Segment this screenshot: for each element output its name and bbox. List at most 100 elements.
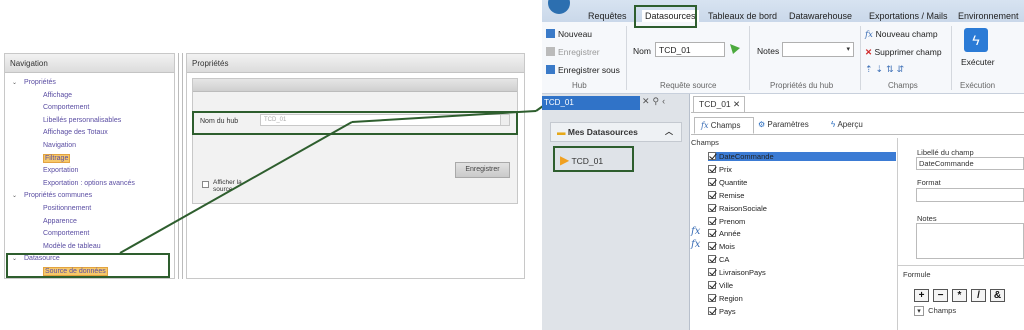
field-checkbox[interactable] — [708, 177, 716, 186]
field-checkbox[interactable] — [708, 268, 716, 277]
multiply-button[interactable]: * — [952, 289, 967, 302]
field-checkbox[interactable] — [708, 152, 716, 160]
chevron-down-icon: ▾ — [846, 46, 850, 53]
field-checkbox[interactable] — [708, 242, 716, 251]
field-row[interactable]: LivraisonPays — [708, 268, 766, 277]
field-checkbox[interactable] — [708, 229, 716, 238]
enregistrer-label: Enregistrer — [558, 47, 600, 57]
field-checkbox[interactable] — [708, 203, 716, 212]
field-row[interactable]: CA — [708, 255, 729, 264]
sort-buttons[interactable]: ⇡⇣⇅⇵ — [865, 64, 907, 75]
mes-datasources-label: Mes Datasources — [567, 127, 638, 137]
field-label: Ville — [719, 281, 734, 290]
doc-tab-label: TCD_01 — [699, 99, 731, 109]
field-checkbox[interactable] — [708, 255, 716, 264]
menu-environnement[interactable]: Environnement — [958, 11, 1019, 21]
new-doc-icon — [546, 29, 555, 38]
field-label: Quantite — [719, 177, 748, 187]
executer-button[interactable]: Exécuter — [961, 57, 995, 67]
menu-datawarehouse[interactable]: Datawarehouse — [789, 11, 852, 21]
subtab-divider — [691, 134, 1024, 135]
datasource-sidebar: TCD_01 ✕⚲‹ ▬ Mes Datasources ︿ ▶ TCD_01 — [542, 94, 690, 330]
nouveau-button[interactable]: Nouveau — [546, 29, 592, 39]
enregistrer-button[interactable]: Enregistrer — [546, 47, 600, 57]
field-checkbox[interactable] — [708, 190, 716, 199]
chevron-down-icon: ▾ — [914, 306, 924, 316]
champs-dropdown[interactable]: ▾ Champs — [914, 306, 956, 316]
menu-exportations[interactable]: Exportations / Mails — [869, 11, 948, 21]
libelle-input[interactable]: DateCommande — [916, 157, 1024, 170]
fx-icon: fx — [691, 226, 701, 238]
proprietes-hub-group-label: Propriétés du hub — [770, 81, 834, 90]
lightning-icon: ϟ — [831, 120, 836, 129]
field-row[interactable]: Ville — [708, 281, 733, 290]
minus-button[interactable]: − — [933, 289, 948, 302]
operator-buttons: + − * / & — [914, 285, 1009, 303]
hub-group-label: Hub — [572, 81, 587, 90]
tab-parametres[interactable]: ⚙ Paramètres — [758, 120, 809, 129]
field-row[interactable]: DateCommande — [708, 152, 896, 161]
doc-tab[interactable]: TCD_01 ✕ — [693, 96, 745, 112]
gear-icon: ⚙ — [758, 120, 766, 129]
tab-champs[interactable]: fx Champs — [694, 117, 754, 134]
field-checkbox[interactable] — [708, 164, 716, 173]
ribbon-separator — [951, 26, 952, 90]
champs-title: Champs — [691, 138, 719, 147]
notes-textarea[interactable] — [916, 223, 1024, 259]
ribbon-separator — [626, 26, 627, 90]
format-input[interactable] — [916, 188, 1024, 202]
field-row[interactable]: Region — [708, 293, 743, 303]
field-label: Mois — [719, 242, 735, 252]
supprimer-champ-button[interactable]: ✕ Supprimer champ — [865, 47, 942, 58]
menu-tableaux-de-bord[interactable]: Tableaux de bord — [708, 11, 777, 21]
field-checkbox[interactable] — [708, 281, 716, 289]
field-checkbox[interactable] — [708, 216, 716, 225]
field-label: Année — [719, 229, 741, 239]
field-row[interactable]: Pays — [708, 306, 736, 316]
divide-button[interactable]: / — [971, 289, 986, 302]
enregistrer-sous-button[interactable]: Enregistrer sous — [546, 65, 620, 75]
field-checkbox[interactable] — [708, 293, 716, 302]
nouveau-label: Nouveau — [558, 29, 593, 39]
libelle-label: Libellé du champ — [917, 148, 974, 157]
field-row[interactable]: Prenom — [708, 216, 745, 226]
sidebar-toolbar-icons[interactable]: ✕⚲‹ — [642, 96, 668, 107]
field-row[interactable]: Mois — [708, 242, 735, 251]
tab-parametres-label: Paramètres — [767, 120, 809, 129]
field-row[interactable]: Remise — [708, 190, 745, 200]
tab-apercu-label: Aperçu — [837, 120, 863, 129]
flag-icon[interactable] — [730, 44, 740, 54]
field-row[interactable]: Quantite — [708, 177, 748, 187]
nom-label: Nom — [633, 46, 651, 56]
ribbon-separator — [749, 26, 750, 90]
plus-button[interactable]: + — [914, 289, 929, 302]
champs-group-label: Champs — [888, 81, 918, 90]
nouveau-champ-button[interactable]: fx Nouveau champ — [865, 29, 938, 40]
field-row[interactable]: Année — [708, 229, 741, 238]
field-label: CA — [719, 255, 730, 265]
field-label: Prix — [719, 164, 732, 174]
mes-datasources-section[interactable]: ▬ Mes Datasources ︿ — [550, 122, 682, 142]
connector-line — [119, 121, 353, 254]
execution-group-label: Exécution — [960, 81, 996, 90]
fx-icon: fx — [865, 30, 876, 40]
menu-requetes[interactable]: Requêtes — [588, 11, 627, 21]
close-icon[interactable]: ✕ — [733, 99, 740, 109]
tab-apercu[interactable]: ϟ Aperçu — [831, 120, 863, 129]
field-row[interactable]: Prix — [708, 164, 732, 174]
field-label: Remise — [719, 190, 745, 200]
sidebar-selected-tab[interactable]: TCD_01 — [542, 96, 640, 110]
lightning-icon[interactable]: ϟ — [964, 28, 988, 52]
fields-divider — [897, 138, 898, 330]
folder-icon: ▬ — [557, 127, 568, 137]
concat-button[interactable]: & — [990, 289, 1005, 302]
field-label: Region — [719, 293, 743, 303]
notes-dropdown[interactable]: ▾ — [782, 42, 854, 57]
field-row[interactable]: RaisonSociale — [708, 203, 767, 213]
requete-source-group-label: Requête source — [660, 81, 717, 90]
field-label: DateCommande — [719, 152, 774, 161]
field-checkbox[interactable] — [708, 306, 716, 315]
app-window: Requêtes Datasources Tableaux de bord Da… — [542, 0, 1024, 330]
ribbon: Nouveau Enregistrer Enregistrer sous Hub… — [542, 22, 1024, 94]
nom-input[interactable]: TCD_01 — [655, 42, 725, 57]
